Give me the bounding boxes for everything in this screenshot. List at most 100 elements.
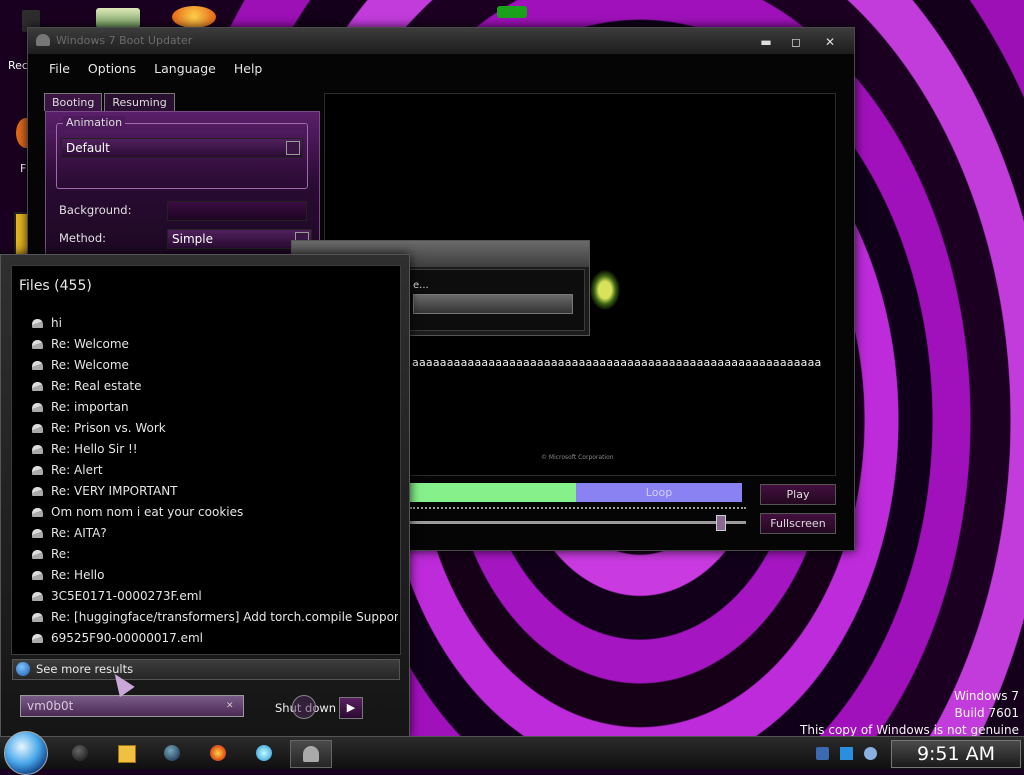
- list-item[interactable]: Re: Alert: [32, 460, 398, 481]
- taskbar-firefox[interactable]: [198, 740, 238, 766]
- result-label: Re: Alert: [51, 463, 103, 477]
- play-button[interactable]: Play: [760, 484, 836, 505]
- preview-message: aaaaaaaaaaaaaaaaaaaaaaaaaaaaaaaaaaaaaaaa…: [412, 356, 822, 369]
- result-label: Re: importan: [51, 400, 129, 414]
- firefox-icon: [210, 745, 226, 761]
- desktop-icon-folder[interactable]: [96, 8, 140, 28]
- power-icon: [292, 695, 316, 719]
- mail-icon: [32, 571, 43, 580]
- window-titlebar[interactable]: Windows 7 Boot Updater ▬ ◻ ✕: [28, 28, 854, 54]
- seek-slider-thumb[interactable]: [716, 515, 726, 531]
- list-item[interactable]: Re: AITA?: [32, 523, 398, 544]
- seek-slider[interactable]: [410, 521, 746, 524]
- animation-group: Animation Default: [56, 116, 308, 189]
- search-globe-icon: [16, 662, 30, 676]
- network-icon[interactable]: [816, 747, 829, 760]
- background-field[interactable]: [167, 201, 307, 221]
- mail-icon: [32, 487, 43, 496]
- taskbar-ie[interactable]: [244, 740, 284, 766]
- mail-icon: [32, 361, 43, 370]
- windows-watermark: Windows 7 Build 7601 This copy of Window…: [800, 688, 1019, 739]
- taskbar-boot-updater[interactable]: [290, 740, 332, 768]
- results-list: hi Re: Welcome Re: Welcome Re: Real esta…: [32, 313, 398, 649]
- animation-group-label: Animation: [63, 116, 126, 129]
- list-item[interactable]: Re: VERY IMPORTANT: [32, 481, 398, 502]
- taskbar-app-button[interactable]: [60, 740, 100, 766]
- taskbar-browser[interactable]: [152, 740, 192, 766]
- list-item[interactable]: 69525F90-00000017.eml: [32, 628, 398, 649]
- list-item[interactable]: Re: Hello Sir !!: [32, 439, 398, 460]
- list-item[interactable]: Re: [huggingface/transformers] Add torch…: [32, 607, 398, 628]
- result-label: Re: Welcome: [51, 337, 129, 351]
- maximize-button[interactable]: ◻: [785, 34, 807, 50]
- menu-file[interactable]: File: [40, 61, 79, 76]
- result-label: 3C5E0171-0000273F.eml: [51, 589, 202, 603]
- mail-icon: [32, 634, 43, 643]
- mail-icon: [32, 445, 43, 454]
- result-label: Re: Hello Sir !!: [51, 442, 138, 456]
- boot-logo-glow: [590, 270, 620, 310]
- app-icon: [36, 34, 50, 46]
- list-item[interactable]: Re: Welcome: [32, 334, 398, 355]
- search-input[interactable]: [20, 695, 244, 717]
- media-player-icon: [118, 745, 136, 763]
- mail-icon: [32, 319, 43, 328]
- result-label: hi: [51, 316, 62, 330]
- mail-icon: [32, 403, 43, 412]
- preview-copyright: © Microsoft Corporation: [541, 454, 614, 461]
- start-button[interactable]: [4, 731, 48, 775]
- desktop-icon-label: Rec: [8, 59, 28, 72]
- tab-panel: Animation Default Background: Method: Si…: [45, 111, 320, 273]
- list-item[interactable]: Re:: [32, 544, 398, 565]
- volume-icon[interactable]: [864, 747, 877, 760]
- app-icon: [72, 745, 88, 761]
- background-label: Background:: [59, 203, 132, 217]
- list-item[interactable]: Re: importan: [32, 397, 398, 418]
- start-search-panel: Files (455) hi Re: Welcome Re: Welcome R…: [0, 254, 410, 738]
- mail-icon: [32, 382, 43, 391]
- list-item[interactable]: Re: Welcome: [32, 355, 398, 376]
- clock[interactable]: 9:51 AM: [891, 740, 1021, 768]
- mail-icon: [32, 529, 43, 538]
- menu-options[interactable]: Options: [79, 61, 145, 76]
- gadget-icon: [497, 6, 527, 18]
- list-item[interactable]: Re: Real estate: [32, 376, 398, 397]
- animation-value: Default: [66, 141, 110, 155]
- shutdown-options-button[interactable]: ▶: [339, 697, 363, 719]
- result-label: Re: Real estate: [51, 379, 142, 393]
- list-item[interactable]: Om nom nom i eat your cookies: [32, 502, 398, 523]
- mail-icon: [32, 466, 43, 475]
- list-item[interactable]: Re: Prison vs. Work: [32, 418, 398, 439]
- minimize-button[interactable]: ▬: [755, 34, 777, 50]
- result-label: 69525F90-00000017.eml: [51, 631, 203, 645]
- chevron-down-icon[interactable]: [286, 141, 300, 155]
- taskbar-media-player[interactable]: [106, 740, 146, 766]
- action-center-icon[interactable]: [840, 747, 853, 760]
- list-item[interactable]: hi: [32, 313, 398, 334]
- menu-language[interactable]: Language: [145, 61, 225, 76]
- result-label: Re:: [51, 547, 71, 561]
- list-item[interactable]: Re: Hello: [32, 565, 398, 586]
- animation-mode-bar: Loop: [410, 483, 742, 502]
- close-button[interactable]: ✕: [819, 34, 841, 50]
- result-label: Re: [huggingface/transformers] Add torch…: [51, 610, 398, 624]
- fullscreen-button[interactable]: Fullscreen: [760, 513, 836, 534]
- mail-icon: [32, 424, 43, 433]
- mail-icon: [32, 592, 43, 601]
- result-label: Re: Prison vs. Work: [51, 421, 166, 435]
- menu-help[interactable]: Help: [225, 61, 272, 76]
- desktop-icon-firefox[interactable]: [172, 6, 216, 28]
- see-more-results-button[interactable]: See more results: [12, 659, 400, 680]
- list-item[interactable]: 3C5E0171-0000273F.eml: [32, 586, 398, 607]
- intro-segment[interactable]: [410, 483, 576, 502]
- menu-bar: File Options Language Help: [28, 54, 854, 82]
- results-header[interactable]: Files (455): [19, 278, 92, 294]
- clear-search-icon[interactable]: ✕: [226, 701, 234, 711]
- tab-resuming[interactable]: Resuming: [104, 93, 175, 111]
- animation-select[interactable]: Default: [61, 138, 303, 158]
- loop-segment[interactable]: Loop: [576, 483, 742, 502]
- ie-icon: [256, 745, 272, 761]
- tab-booting[interactable]: Booting: [44, 93, 103, 111]
- mail-icon: [32, 340, 43, 349]
- window-title: Windows 7 Boot Updater: [56, 34, 193, 47]
